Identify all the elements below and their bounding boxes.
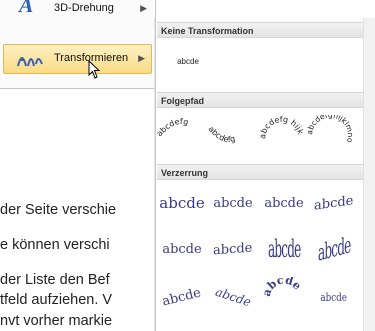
gallery-item-circle[interactable]: abcdefg hijk <box>257 111 307 159</box>
gallery-item-label: abcde <box>320 290 348 304</box>
svg-text:abcdefghijklmno: abcdefghijklmno <box>306 115 355 144</box>
gallery-item-warp[interactable]: abcde <box>309 278 359 316</box>
gallery-item-label: abcde <box>314 192 354 214</box>
gallery-item-label: abcdefg <box>207 125 237 145</box>
gallery-item-button[interactable]: abcdefghijklmno <box>306 111 356 159</box>
gallery-item-warp[interactable]: abcde <box>157 278 207 316</box>
svg-text:abcde: abcde <box>264 277 304 298</box>
gallery-item-warp[interactable]: abcde <box>259 277 309 316</box>
gallery-item-label: abcde <box>177 56 199 66</box>
submenu-arrow-icon: ▶ <box>140 3 147 13</box>
svg-text:abcdefg: abcdefg <box>156 117 189 138</box>
doc-line: tfeld aufziehen. V <box>0 292 113 308</box>
gallery-item-warp[interactable]: abcde <box>309 230 359 268</box>
text-effects-menu: A 3D-Drehung ▶ Transformieren ▶ <box>0 0 156 89</box>
gallery-scrollbar[interactable] <box>363 18 375 331</box>
gallery-item-label: abcde <box>267 234 301 264</box>
gallery-item-label: abcde <box>161 284 203 310</box>
doc-line: e können verschi <box>0 237 110 253</box>
gallery-item-warp[interactable]: abcde <box>259 184 309 222</box>
menu-item-3d-rotation[interactable]: A 3D-Drehung ▶ <box>0 0 155 28</box>
gallery-item-warp[interactable]: abcde <box>157 184 207 222</box>
mouse-cursor-icon <box>88 59 102 85</box>
transform-gallery: Keine Transformation abcde Folgepfad abc… <box>155 18 375 331</box>
gallery-item-warp[interactable]: abcde <box>309 184 359 222</box>
doc-line: der Seite verschie <box>0 202 117 218</box>
gallery-item-arch-up[interactable]: abcdefg <box>156 111 206 159</box>
svg-text:A: A <box>18 0 36 16</box>
gallery-item-warp[interactable]: abcde <box>208 278 258 316</box>
gallery-item-no-transform[interactable]: abcde <box>159 42 217 80</box>
gallery-item-label: abcde <box>213 284 253 310</box>
section-header: Folgepfad <box>157 92 363 108</box>
submenu-arrow-icon: ▶ <box>138 53 145 63</box>
svg-text:abcdefg: abcdefg <box>207 125 237 145</box>
gallery-item-warp[interactable]: abcde <box>208 184 258 222</box>
gallery-item-label: abcdefg <box>156 117 189 138</box>
gallery-item-label: abcde <box>213 240 253 258</box>
gallery-item-label: abcdefg hijk <box>258 115 305 139</box>
section-header: Verzerrung <box>157 164 363 180</box>
gallery-item-label: abcde <box>159 194 205 212</box>
gallery-item-label: abcdefghijklmno <box>306 115 355 144</box>
gallery-item-warp[interactable]: abcde <box>157 230 207 268</box>
gallery-item-label: abcde <box>213 195 253 211</box>
doc-line: nvt vorher markie <box>0 313 113 329</box>
doc-line: der Liste den Bef <box>0 272 110 288</box>
gallery-item-label: abcde <box>264 277 304 298</box>
gallery-item-warp[interactable]: abcde <box>208 230 258 268</box>
menu-item-transform[interactable]: Transformieren ▶ <box>3 44 152 74</box>
gallery-item-arch-down[interactable]: abcdefg <box>204 111 254 159</box>
gallery-item-label: abcde <box>264 195 304 211</box>
svg-text:abcdefg hijk: abcdefg hijk <box>258 115 305 139</box>
section-header: Keine Transformation <box>157 22 363 38</box>
menu-item-label: 3D-Drehung <box>54 2 114 14</box>
transform-abc-icon <box>16 48 43 70</box>
gallery-item-warp[interactable]: abcde <box>259 230 309 268</box>
gallery-item-label: abcde <box>162 241 202 257</box>
gallery-item-label: abcde <box>317 231 351 267</box>
3d-rotation-icon: A <box>17 0 44 17</box>
